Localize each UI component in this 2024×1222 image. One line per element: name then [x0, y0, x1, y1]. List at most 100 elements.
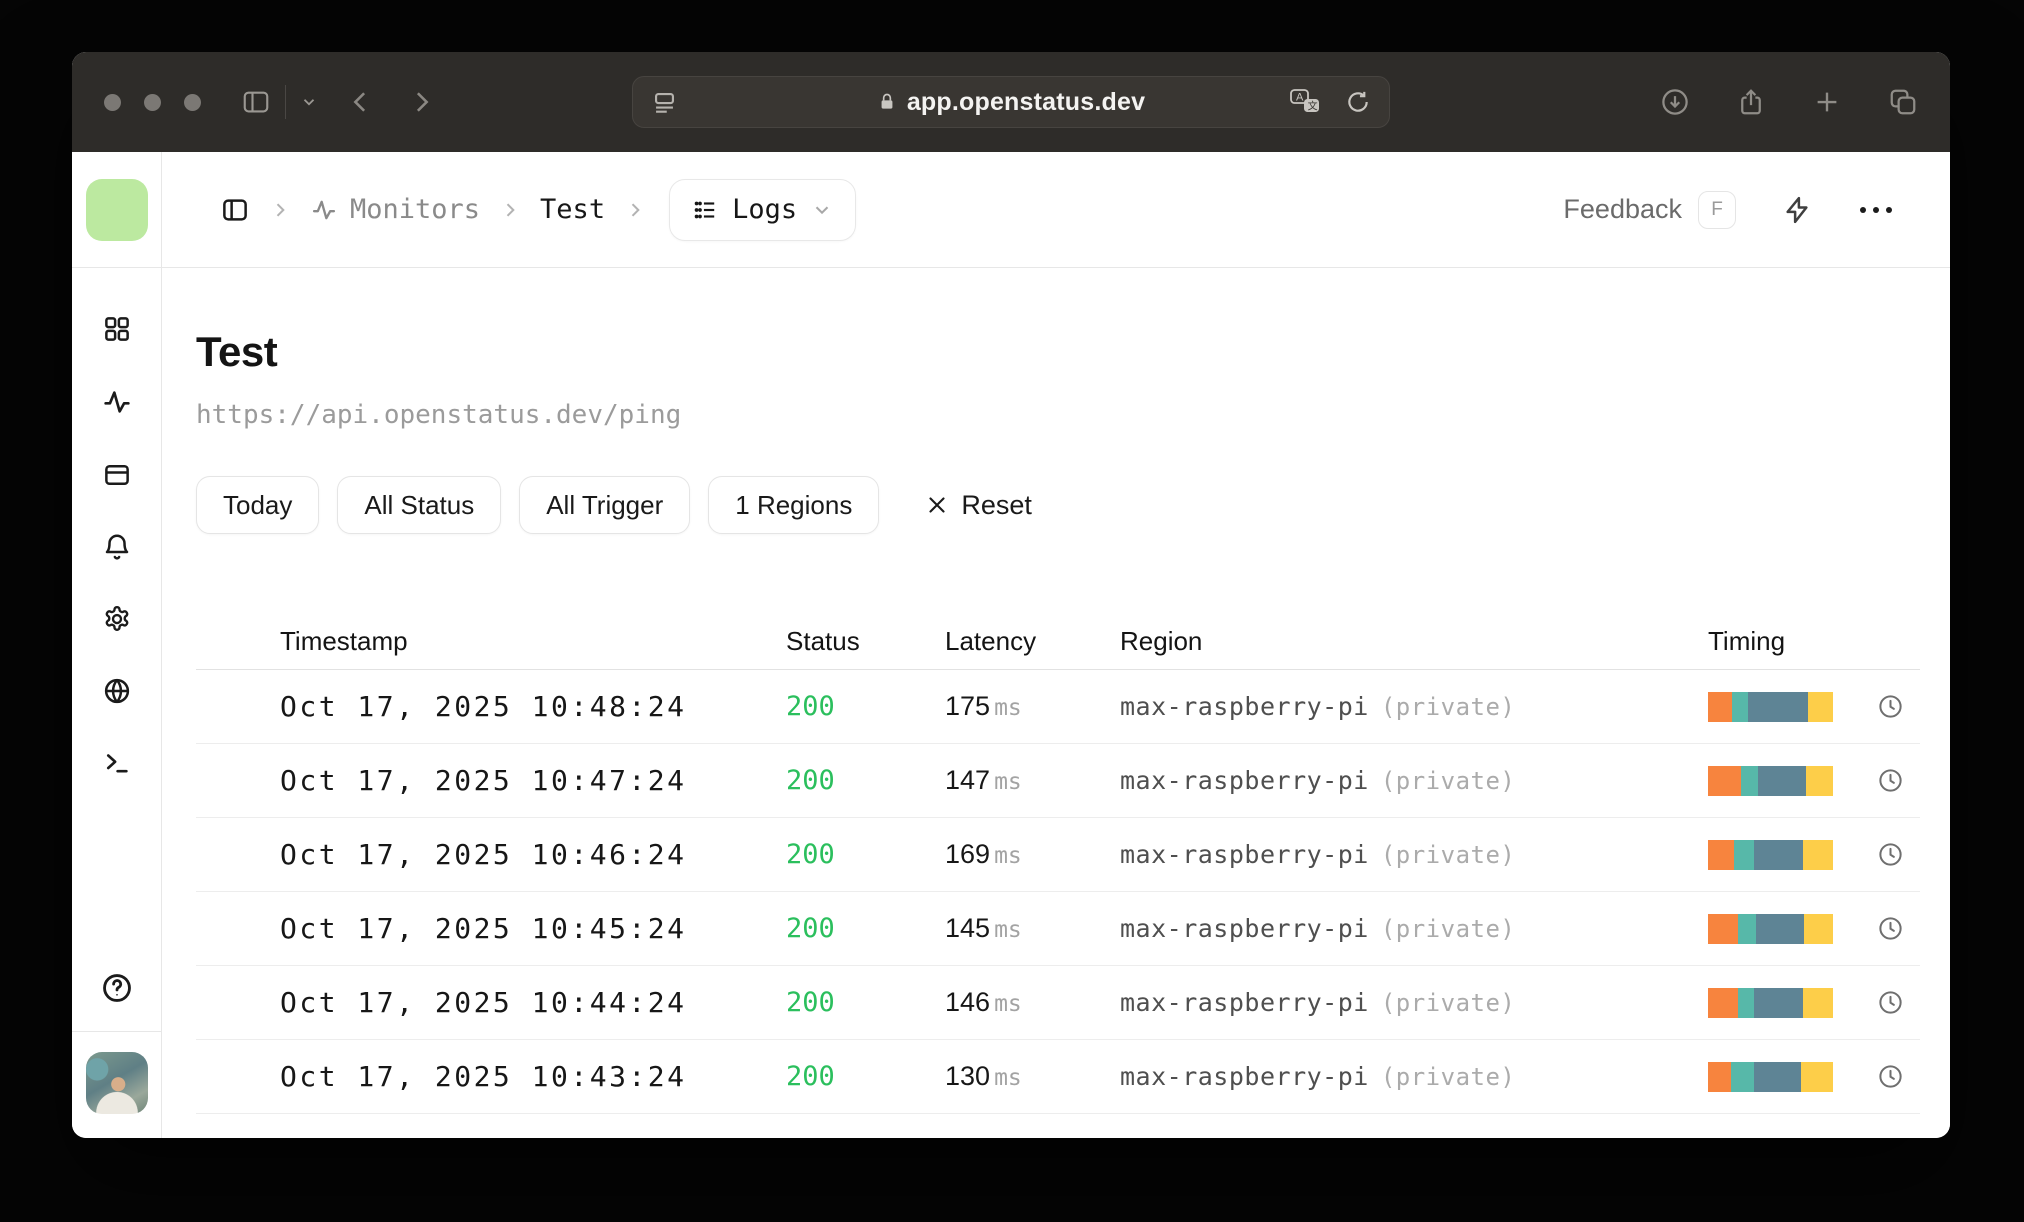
filter-period-button[interactable]: Today: [196, 476, 320, 534]
log-row[interactable]: Oct 17, 2025 10:43:24 200 130 ms max-rasp…: [196, 1040, 1920, 1114]
log-timestamp: Oct 17, 2025 10:48:24: [280, 690, 687, 723]
app-sidebar: [72, 152, 162, 1138]
view-switcher-logs[interactable]: Logs: [669, 178, 857, 241]
timing-bar: [1708, 1061, 1833, 1092]
filter-status-button[interactable]: All Status: [337, 476, 502, 534]
breadcrumb-chevron-icon: [625, 200, 645, 220]
clock-icon: [1860, 767, 1920, 794]
feedback-button[interactable]: Feedback: [1563, 194, 1682, 225]
log-status-code: 200: [786, 1061, 835, 1092]
back-button-icon[interactable]: [346, 87, 376, 117]
reset-filters-button[interactable]: Reset: [925, 490, 1032, 521]
column-header-latency: Latency: [945, 626, 1037, 656]
translate-icon[interactable]: A 文: [1289, 88, 1323, 116]
address-bar-url: app.openstatus.dev: [906, 87, 1146, 116]
log-latency: 146 ms: [945, 987, 1022, 1017]
timing-bar: [1708, 691, 1833, 722]
column-header-timing: Timing: [1708, 626, 1786, 656]
reader-view-icon[interactable]: [651, 89, 678, 116]
log-latency: 175 ms: [945, 691, 1022, 721]
log-region: max-raspberry-pi (private): [1120, 840, 1516, 869]
address-bar[interactable]: app.openstatus.dev A 文: [632, 76, 1390, 128]
log-timestamp: Oct 17, 2025 10:47:24: [280, 764, 687, 797]
log-row[interactable]: Oct 17, 2025 10:47:24 200 147 ms max-rasp…: [196, 744, 1920, 818]
page-title: Test: [196, 328, 278, 375]
breadcrumb-chevron-icon: [500, 200, 520, 220]
log-timestamp: Oct 17, 2025 10:46:24: [280, 838, 687, 871]
browser-sidebar-toggle-icon[interactable]: [241, 87, 271, 117]
breadcrumb-test[interactable]: Test: [540, 194, 605, 225]
sidebar-item-monitors[interactable]: [101, 386, 133, 418]
logs-table-header: Timestamp Status Latency Region Timing: [196, 614, 1920, 670]
share-icon[interactable]: [1736, 87, 1766, 117]
breadcrumb-monitors[interactable]: Monitors: [310, 194, 480, 225]
activity-icon: [312, 200, 336, 219]
browser-titlebar: app.openstatus.dev A 文: [72, 52, 1950, 152]
log-row[interactable]: Oct 17, 2025 10:44:24 200 146 ms max-rasp…: [196, 966, 1920, 1040]
chevron-down-icon: [815, 206, 829, 214]
clock-icon: [1860, 989, 1920, 1016]
filter-trigger-button[interactable]: All Trigger: [519, 476, 691, 534]
sidebar-item-domains[interactable]: [102, 676, 132, 706]
list-icon: [694, 201, 715, 218]
feedback-shortcut-badge: F: [1698, 190, 1736, 229]
log-latency: 147 ms: [945, 765, 1022, 795]
downloads-icon[interactable]: [1660, 87, 1690, 117]
zoom-window-button[interactable]: [184, 93, 201, 111]
log-timestamp: Oct 17, 2025 10:45:24: [280, 912, 687, 945]
log-timestamp: Oct 17, 2025 10:43:24: [280, 1060, 687, 1093]
clock-icon: [1860, 841, 1920, 868]
app-sidebar-toggle-icon[interactable]: [220, 195, 250, 225]
log-status-code: 200: [786, 839, 835, 870]
more-options-icon[interactable]: [1860, 206, 1892, 213]
user-avatar[interactable]: [85, 1052, 148, 1114]
x-icon: [929, 497, 945, 513]
clock-icon: [1860, 915, 1920, 942]
column-header-status: Status: [786, 626, 860, 656]
filter-bar: Today All Status All Trigger 1 Regions R…: [196, 476, 1920, 534]
minimize-window-button[interactable]: [144, 93, 161, 111]
browser-window: app.openstatus.dev A 文 Monitors Test Log…: [72, 52, 1950, 1138]
log-region: max-raspberry-pi (private): [1120, 988, 1516, 1017]
log-latency: 145 ms: [945, 913, 1022, 943]
log-latency: 130 ms: [945, 1061, 1022, 1091]
log-timestamp: Oct 17, 2025 10:44:24: [280, 986, 687, 1019]
log-region: max-raspberry-pi (private): [1120, 766, 1516, 795]
log-status-code: 200: [786, 765, 835, 796]
reload-icon[interactable]: [1345, 89, 1371, 115]
sidebar-options-chevron-icon[interactable]: [300, 93, 318, 111]
forward-button-icon[interactable]: [406, 87, 436, 117]
workspace-logo[interactable]: [85, 178, 148, 241]
timing-bar: [1708, 839, 1833, 870]
log-status-code: 200: [786, 987, 835, 1018]
log-latency: 169 ms: [945, 839, 1022, 869]
app-header: Monitors Test Logs Feedback F: [162, 152, 1950, 268]
sidebar-item-notifications[interactable]: [102, 532, 132, 562]
tab-overview-icon[interactable]: [1888, 87, 1918, 117]
log-status-code: 200: [786, 913, 835, 944]
monitor-endpoint-url: https://api.openstatus.dev/ping: [196, 400, 682, 430]
lock-icon: [877, 91, 897, 113]
sidebar-item-status-pages[interactable]: [102, 460, 132, 490]
close-window-button[interactable]: [104, 93, 121, 111]
log-region: max-raspberry-pi (private): [1120, 692, 1516, 721]
logs-table: Timestamp Status Latency Region Timing O…: [196, 614, 1920, 1114]
filter-regions-button[interactable]: 1 Regions: [708, 476, 880, 534]
sidebar-item-dashboard[interactable]: [102, 314, 132, 344]
svg-text:文: 文: [1308, 99, 1318, 112]
svg-text:A: A: [1296, 92, 1304, 104]
timing-bar: [1708, 913, 1833, 944]
command-zap-icon[interactable]: [1782, 195, 1812, 225]
log-row[interactable]: Oct 17, 2025 10:45:24 200 145 ms max-rasp…: [196, 892, 1920, 966]
clock-icon: [1860, 693, 1920, 720]
sidebar-item-cli[interactable]: [102, 748, 132, 778]
sidebar-item-settings[interactable]: [102, 604, 132, 634]
new-tab-icon[interactable]: [1812, 87, 1842, 117]
log-region: max-raspberry-pi (private): [1120, 914, 1516, 943]
timing-bar: [1708, 987, 1833, 1018]
log-status-code: 200: [786, 691, 835, 722]
log-row[interactable]: Oct 17, 2025 10:46:24 200 169 ms max-rasp…: [196, 818, 1920, 892]
timing-bar: [1708, 765, 1833, 796]
help-icon[interactable]: [100, 971, 134, 1005]
log-row[interactable]: Oct 17, 2025 10:48:24 200 175 ms max-rasp…: [196, 670, 1920, 744]
